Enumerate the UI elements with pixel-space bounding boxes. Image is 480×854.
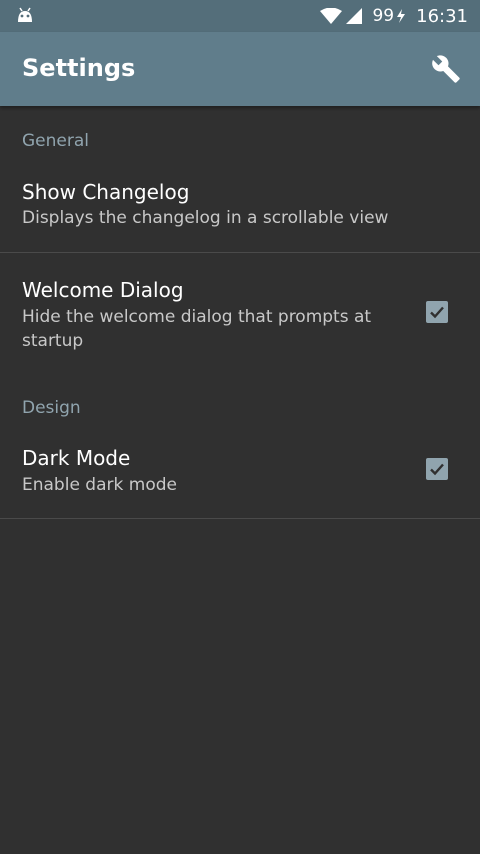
- wrench-icon: [432, 55, 460, 83]
- divider: [0, 252, 480, 253]
- check-icon: [430, 463, 444, 476]
- pref-title: Show Changelog: [22, 180, 190, 204]
- pref-welcome-dialog[interactable]: Welcome Dialog Hide the welcome dialog t…: [0, 266, 480, 356]
- welcome-dialog-checkbox[interactable]: [426, 301, 448, 323]
- signal-icon: [346, 8, 363, 24]
- pref-summary: Enable dark mode: [22, 475, 177, 495]
- page-title: Settings: [22, 54, 136, 82]
- pref-summary: Hide the welcome dialog that prompts at …: [22, 307, 372, 351]
- battery-level: 99: [372, 6, 395, 26]
- wrench-button[interactable]: [424, 47, 468, 91]
- dark-mode-checkbox[interactable]: [426, 458, 448, 480]
- category-design: Design: [22, 398, 81, 418]
- status-indicators: 99 16:31: [320, 0, 468, 32]
- category-general: General: [22, 131, 89, 151]
- wifi-icon: [320, 8, 343, 24]
- charging-bolt-icon: [397, 9, 406, 23]
- toolbar: Settings: [0, 32, 480, 106]
- pref-title: Dark Mode: [22, 446, 131, 470]
- clock: 16:31: [416, 5, 468, 27]
- android-icon: [18, 7, 32, 22]
- check-icon: [430, 306, 444, 319]
- pref-title: Welcome Dialog: [22, 278, 184, 302]
- divider: [0, 518, 480, 519]
- pref-show-changelog[interactable]: Show Changelog Displays the changelog in…: [0, 168, 480, 252]
- pref-dark-mode[interactable]: Dark Mode Enable dark mode: [0, 435, 480, 519]
- pref-summary: Displays the changelog in a scrollable v…: [22, 208, 389, 228]
- status-bar: 99 16:31: [0, 0, 480, 32]
